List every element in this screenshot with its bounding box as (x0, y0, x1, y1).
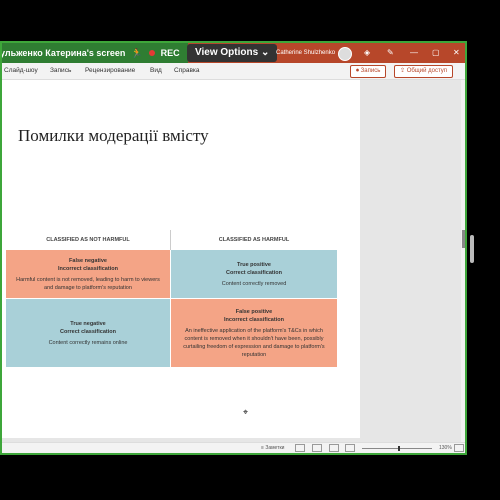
slide-title: Помилки модерації вмісту (18, 126, 209, 145)
shared-screen-frame: ульженко Катерина's screen 🏃 REC View Op… (0, 41, 467, 455)
cell-false-negative: False negative Incorrect classification … (6, 250, 170, 298)
cell-true-positive: True positive Correct classification Con… (171, 250, 337, 298)
minimize-icon[interactable]: — (410, 43, 418, 63)
zoom-slider-knob[interactable] (398, 446, 400, 451)
cell-description: Content correctly remains online (48, 339, 128, 346)
user-name: Catherine Shulzhenko (276, 50, 336, 56)
menu-help[interactable]: Справка (174, 67, 200, 74)
notes-button[interactable]: ≡ Заметки (261, 445, 284, 451)
cell-heading: True negative (70, 320, 106, 327)
scrollbar-thumb[interactable] (462, 230, 465, 248)
cell-subheading: Correct classification (60, 328, 116, 335)
screen-share-banner: ульженко Катерина's screen 🏃 REC (0, 43, 188, 63)
classification-matrix: CLASSIFIED AS NOT HARMFUL CLASSIFIED AS … (6, 230, 337, 406)
cell-false-positive: False positive Incorrect classification … (171, 299, 337, 367)
share-button[interactable]: ⇪ Общий доступ (394, 65, 454, 78)
cell-heading: False positive (235, 308, 273, 315)
cell-heading: True positive (237, 261, 271, 268)
cell-subheading: Incorrect classification (58, 265, 118, 272)
menu-review[interactable]: Рецензирование (85, 67, 135, 74)
record-button[interactable]: ⏺ Запись (350, 65, 387, 78)
slideshow-view-button[interactable] (345, 444, 355, 452)
cell-subheading: Correct classification (226, 269, 282, 276)
vertical-scrollbar[interactable] (461, 80, 465, 442)
rec-label: REC (160, 48, 180, 58)
cell-description: Harmful content is not removed, leading … (16, 276, 160, 291)
column-header-not-harmful: CLASSIFIED AS NOT HARMFUL (46, 237, 130, 243)
cell-true-negative: True negative Correct classification Con… (6, 299, 170, 367)
chevron-down-icon: ⌄ (260, 47, 270, 58)
view-options-label: View Options (195, 47, 259, 58)
slide-canvas[interactable]: Помилки модерації вмісту CLASSIFIED AS N… (2, 80, 360, 438)
maximize-icon[interactable]: ▢ (432, 43, 440, 63)
reading-view-button[interactable] (329, 444, 339, 452)
cell-subheading: Incorrect classification (224, 316, 284, 323)
notes-label: Заметки (265, 445, 285, 451)
app-titlebar: ульженко Катерина's screen 🏃 REC View Op… (2, 43, 465, 63)
outer-scroll-handle[interactable] (470, 235, 474, 263)
menu-record[interactable]: Запись (50, 67, 71, 74)
cell-description: Content correctly removed (221, 280, 287, 287)
sharer-name: ульженко Катерина's screen (0, 48, 126, 58)
slide-sorter-button[interactable] (312, 444, 322, 452)
zoom-level[interactable]: 130% (439, 445, 452, 451)
share-icon: ⇪ (400, 68, 407, 74)
walking-person-icon: 🏃 (131, 48, 143, 58)
cell-heading: False negative (69, 257, 107, 264)
menu-slideshow[interactable]: Слайд-шоу (4, 67, 38, 74)
mouse-cursor-icon: ⌖ (243, 407, 249, 417)
slide-workspace: Помилки модерації вмісту CLASSIFIED AS N… (2, 80, 465, 442)
column-header-harmful: CLASSIFIED AS HARMFUL (218, 237, 290, 243)
ribbon-menubar: Слайд-шоу Запись Рецензирование Вид Спра… (2, 63, 465, 80)
cell-description: An ineffective application of the platfo… (183, 327, 325, 358)
menu-view[interactable]: Вид (150, 67, 162, 74)
close-icon[interactable]: ✕ (453, 43, 460, 63)
status-bar: ≡ Заметки 130% (2, 442, 465, 453)
diamond-icon[interactable]: ◈ (364, 43, 370, 63)
share-button-label: Общий доступ (406, 68, 448, 74)
pen-icon[interactable]: ✎ (387, 43, 394, 63)
fit-to-window-button[interactable] (454, 444, 464, 452)
workspace-margin (360, 80, 462, 438)
avatar[interactable] (338, 47, 352, 61)
zoom-slider[interactable] (362, 446, 432, 451)
record-button-label: Запись (360, 68, 381, 74)
record-dot-icon (148, 50, 155, 56)
view-options-button[interactable]: View Options ⌄ (187, 44, 278, 62)
normal-view-button[interactable] (295, 444, 305, 452)
